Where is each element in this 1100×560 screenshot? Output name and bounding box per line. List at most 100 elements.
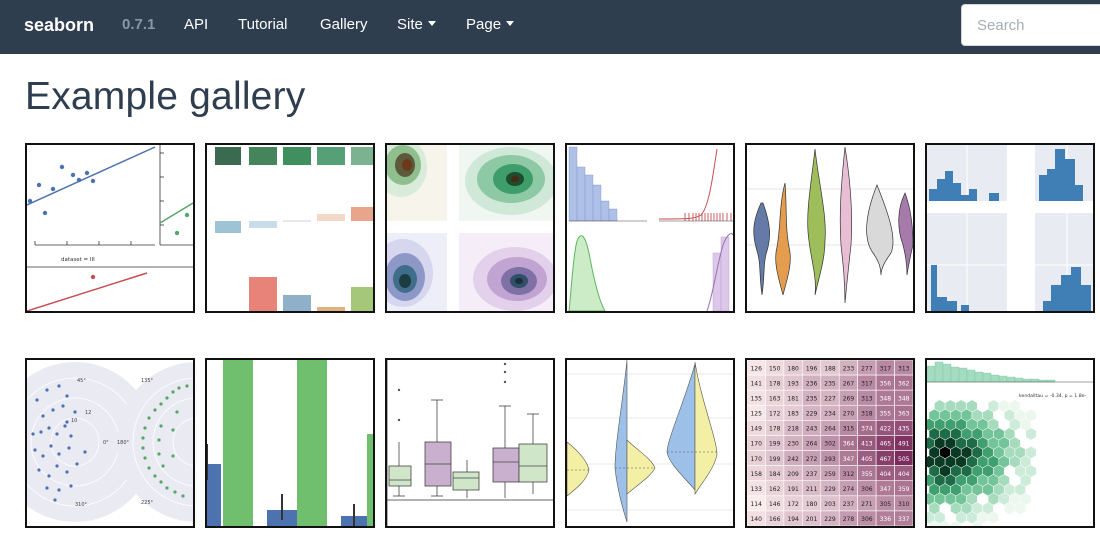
nav-tutorial-link[interactable]: Tutorial (238, 15, 287, 35)
gallery-thumb-heatmap[interactable]: 126 150 180 196 188 233 277 317 313 141 178 193 236 2… (745, 358, 915, 528)
gallery-thumb-joint-kde[interactable] (385, 143, 555, 313)
heatmap-cell-label: 491 (898, 441, 910, 448)
heatmap-cell-label: 317 (861, 380, 873, 387)
heatmap-cell-label: 465 (880, 441, 892, 448)
heatmap-cell-label: 180 (806, 501, 818, 508)
heatmap-cell-label: 264 (806, 441, 818, 448)
heatmap-cell-label: 203 (824, 501, 836, 508)
heatmap-cell-label: 467 (880, 456, 892, 463)
heatmap-cell-label: 166 (769, 516, 781, 523)
heatmap-cell-label: 178 (769, 380, 781, 387)
heatmap-cell-label: 404 (880, 471, 892, 478)
heatmap-cell-label: 348 (898, 395, 910, 402)
heatmap-cell-label: 233 (843, 365, 855, 372)
heatmap-cell-label: 317 (880, 365, 892, 372)
gallery-thumb-facet-polar[interactable]: 45° 0° 310° 135° 180° 225° 10 12 (25, 358, 195, 528)
grouped-bars-image (207, 360, 373, 526)
caret-down-icon (506, 21, 515, 26)
heatmap-cell-label: 126 (750, 365, 762, 372)
gallery-thumb-color-palettes[interactable] (205, 143, 375, 313)
heatmap-cell-label: 305 (880, 501, 892, 508)
heatmap-cell-label: 218 (787, 426, 799, 433)
gallery-thumb-violinplots[interactable] (745, 143, 915, 313)
distplot-image (568, 146, 733, 311)
nav-gallery-link[interactable]: Gallery (320, 15, 368, 35)
polar-tick: 45° (77, 378, 86, 384)
site-dropdown-label: Site (397, 16, 423, 33)
heatmap-cell-label: 505 (898, 456, 910, 463)
pairgrid-image (927, 145, 1093, 311)
heatmap-cell-label: 435 (898, 426, 910, 433)
heatmap-cell-label: 413 (861, 441, 873, 448)
heatmap-cell-label: 181 (787, 395, 799, 402)
gallery-thumb-grouped-barplot[interactable] (205, 358, 375, 528)
polar-scatter-image: 45° 0° 310° 135° 180° 225° 10 12 (27, 362, 193, 522)
top-navbar: seaborn 0.7.1 API Tutorial Gallery Site … (0, 0, 1100, 54)
heatmap-cell-label: 278 (843, 516, 855, 523)
polar-tick: 310° (75, 502, 88, 508)
heatmap-cell-label: 347 (843, 456, 855, 463)
heatmap-cell-label: 336 (880, 516, 892, 523)
heatmap-cell-label: 199 (769, 441, 781, 448)
heatmap-cell-label: 209 (787, 471, 799, 478)
brand-link[interactable]: seaborn (24, 14, 94, 36)
facet-caption: dataset = III (61, 257, 95, 263)
gallery-thumb-distributions[interactable] (565, 143, 735, 313)
heatmap-cell-label: 355 (861, 471, 873, 478)
heatmap-cell-label: 211 (806, 486, 818, 493)
heatmap-cell-label: 201 (806, 516, 818, 523)
heatmap-cell-label: 422 (880, 426, 892, 433)
gallery-thumb-anscombe-quartet[interactable]: dataset = III (25, 143, 195, 313)
gallery-thumb-split-violin[interactable] (565, 358, 735, 528)
heatmap-cell-label: 158 (750, 471, 762, 478)
split-violin-image (567, 360, 733, 523)
boxplot-image (387, 360, 553, 526)
heatmap-cell-label: 272 (806, 456, 818, 463)
polar-tick: 225° (141, 500, 154, 506)
heatmap-cell-label: 277 (861, 365, 873, 372)
heatmap-cell-label: 229 (824, 486, 836, 493)
heatmap-cell-label: 149 (750, 426, 762, 433)
nav-site-dropdown[interactable]: Site (397, 15, 436, 35)
heatmap-cell-label: 188 (824, 365, 836, 372)
heatmap-cell-label: 302 (824, 441, 836, 448)
heatmap-cell-label: 293 (824, 456, 836, 463)
heatmap-cell-label: 235 (824, 380, 836, 387)
heatmap-cell-label: 191 (787, 486, 799, 493)
heatmap-cell-label: 141 (750, 380, 762, 387)
heatmap-cell-label: 267 (843, 380, 855, 387)
heatmap-cell-label: 269 (843, 395, 855, 402)
heatmap-cell-label: 404 (898, 471, 910, 478)
heatmap-cell-label: 237 (806, 471, 818, 478)
heatmap-cell-label: 172 (769, 411, 781, 418)
heatmap-cell-label: 362 (898, 380, 910, 387)
heatmap-cell-label: 242 (787, 456, 799, 463)
nav-api-link[interactable]: API (184, 15, 208, 35)
heatmap-cell-label: 162 (769, 486, 781, 493)
gallery-thumb-grouped-boxplot[interactable] (385, 358, 555, 528)
heatmap-cell-label: 270 (843, 411, 855, 418)
heatmap-cell-label: 359 (898, 486, 910, 493)
heatmap-cell-label: 163 (769, 395, 781, 402)
heatmap-cell-label: 313 (898, 365, 910, 372)
search-input[interactable] (961, 4, 1100, 46)
heatmap-cell-label: 356 (880, 380, 892, 387)
heatmap-cell-label: 227 (824, 395, 836, 402)
heatmap-cell-label: 237 (843, 501, 855, 508)
heatmap-cell-label: 114 (750, 501, 762, 508)
heatmap-cell-label: 133 (750, 486, 762, 493)
polar-tick: 0° (103, 440, 109, 446)
heatmap-cell-label: 243 (806, 426, 818, 433)
gallery-thumb-hexbin-joint[interactable]: kendalltau = -0.34, p = 1.8e- (925, 358, 1095, 528)
heatmap-cell-label: 229 (806, 411, 818, 418)
heatmap-cell-label: 355 (880, 411, 892, 418)
nav-page-dropdown[interactable]: Page (466, 15, 515, 35)
gallery-thumb-pairgrid[interactable] (925, 143, 1095, 313)
heatmap-cell-label: 229 (824, 516, 836, 523)
heatmap-cell-label: 193 (787, 380, 799, 387)
heatmap-cell-label: 274 (843, 486, 855, 493)
heatmap-cell-label: 405 (861, 456, 873, 463)
heatmap-image: 126 150 180 196 188 233 277 317 313 141 178 193 236 2… (747, 360, 913, 526)
version-label: 0.7.1 (122, 16, 156, 33)
page-title: Example gallery (25, 75, 306, 118)
